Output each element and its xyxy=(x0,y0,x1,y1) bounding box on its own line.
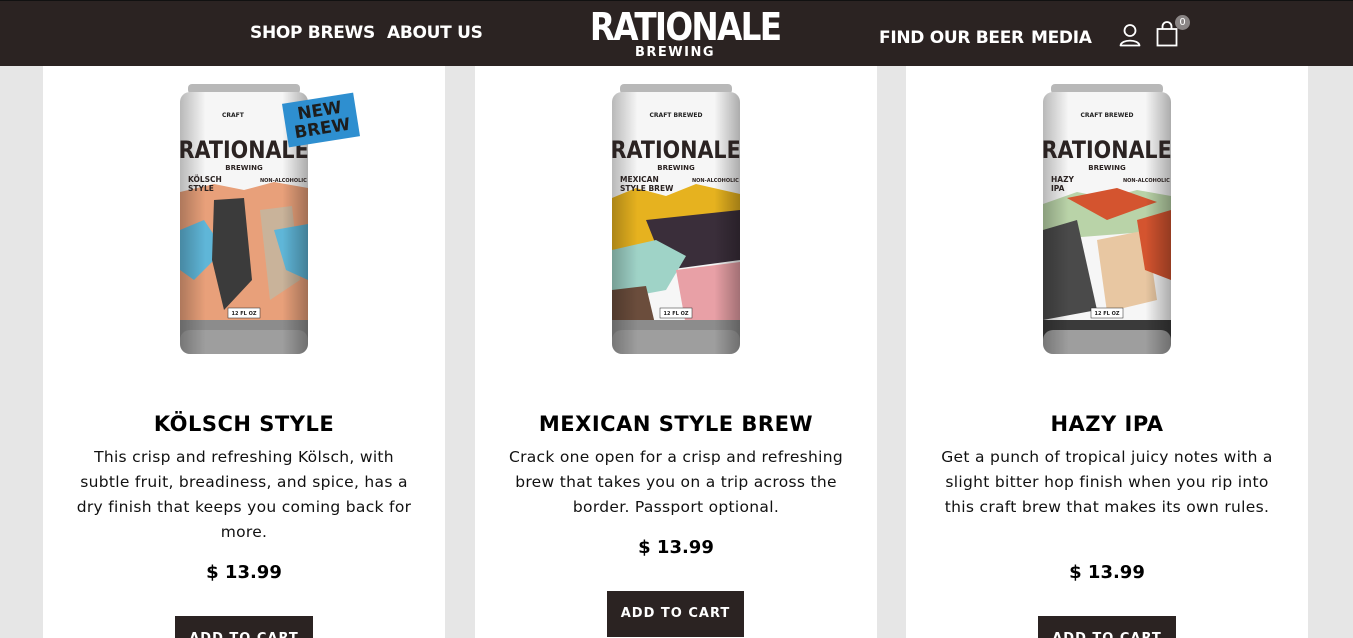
svg-text:IPA: IPA xyxy=(1051,184,1065,193)
nav-find-our-beer[interactable]: FIND OUR BEER xyxy=(879,28,1024,48)
product-image[interactable]: CRAFT BREWED RATIONALE BREWING HAZY IPA … xyxy=(906,80,1308,376)
nav-shop-brews[interactable]: SHOP BREWS xyxy=(250,23,375,43)
product-description: Get a punch of tropical juicy notes with… xyxy=(941,448,1273,516)
product-card-kolsch: CRAFT RATIONALE BREWING KÖLSCH STYLE NON… xyxy=(43,66,445,638)
svg-text:12 FL OZ: 12 FL OZ xyxy=(232,311,257,317)
svg-text:CRAFT BREWED: CRAFT BREWED xyxy=(1081,112,1134,119)
logo-wordmark: RATIONALE xyxy=(589,5,782,49)
nav-about-us[interactable]: ABOUT US xyxy=(387,23,483,43)
product-price: $ 13.99 xyxy=(1069,562,1145,583)
product-price: $ 13.99 xyxy=(206,562,282,583)
nav-media[interactable]: MEDIA xyxy=(1031,28,1092,48)
svg-text:KÖLSCH: KÖLSCH xyxy=(188,175,222,184)
svg-text:HAZY: HAZY xyxy=(1051,175,1075,184)
cart-count-badge: 0 xyxy=(1175,15,1190,30)
beer-can-image: CRAFT BREWED RATIONALE BREWING MEXICAN S… xyxy=(611,84,741,354)
product-name[interactable]: HAZY IPA xyxy=(906,412,1308,436)
can-top-label: CRAFT xyxy=(222,112,245,119)
svg-text:NON-ALCOHOLIC: NON-ALCOHOLIC xyxy=(260,178,307,184)
product-name[interactable]: MEXICAN STYLE BREW xyxy=(475,412,877,436)
svg-text:NON-ALCOHOLIC: NON-ALCOHOLIC xyxy=(1123,178,1170,184)
shopping-bag-icon[interactable] xyxy=(1156,21,1178,52)
top-nav-bar: SHOP BREWS ABOUT US RATIONALE BREWING FI… xyxy=(0,0,1353,66)
beer-can-image: CRAFT BREWED RATIONALE BREWING HAZY IPA … xyxy=(1042,84,1172,354)
svg-text:STYLE BREW: STYLE BREW xyxy=(620,184,674,193)
svg-text:MEXICAN: MEXICAN xyxy=(620,175,659,184)
product-description: Crack one open for a crisp and refreshin… xyxy=(508,448,844,516)
svg-text:12 FL OZ: 12 FL OZ xyxy=(664,311,689,317)
add-to-cart-button[interactable]: ADD TO CART xyxy=(607,591,744,637)
svg-text:RATIONALE: RATIONALE xyxy=(1042,137,1172,165)
product-card-mexican: CRAFT BREWED RATIONALE BREWING MEXICAN S… xyxy=(475,66,877,638)
product-card-hazy-ipa: CRAFT BREWED RATIONALE BREWING HAZY IPA … xyxy=(906,66,1308,638)
product-price: $ 13.99 xyxy=(638,537,714,558)
svg-text:CRAFT BREWED: CRAFT BREWED xyxy=(650,112,703,119)
product-image[interactable]: CRAFT BREWED RATIONALE BREWING MEXICAN S… xyxy=(475,80,877,376)
add-to-cart-button[interactable]: ADD TO CART xyxy=(1038,616,1176,638)
user-icon[interactable] xyxy=(1119,23,1141,52)
product-image[interactable]: CRAFT RATIONALE BREWING KÖLSCH STYLE NON… xyxy=(43,80,445,376)
svg-text:12 FL OZ: 12 FL OZ xyxy=(1095,311,1120,317)
add-to-cart-button[interactable]: ADD TO CART xyxy=(175,616,313,638)
product-description: This crisp and refreshing Kölsch, with s… xyxy=(76,448,412,541)
svg-text:RATIONALE: RATIONALE xyxy=(611,137,741,165)
svg-text:BREWING: BREWING xyxy=(225,164,263,172)
svg-text:NON-ALCOHOLIC: NON-ALCOHOLIC xyxy=(692,178,739,184)
svg-text:BREWING: BREWING xyxy=(657,164,695,172)
svg-text:STYLE: STYLE xyxy=(188,184,214,193)
brand-logo[interactable]: RATIONALE BREWING xyxy=(576,5,782,59)
svg-text:BREWING: BREWING xyxy=(1088,164,1126,172)
product-name[interactable]: KÖLSCH STYLE xyxy=(43,412,445,436)
